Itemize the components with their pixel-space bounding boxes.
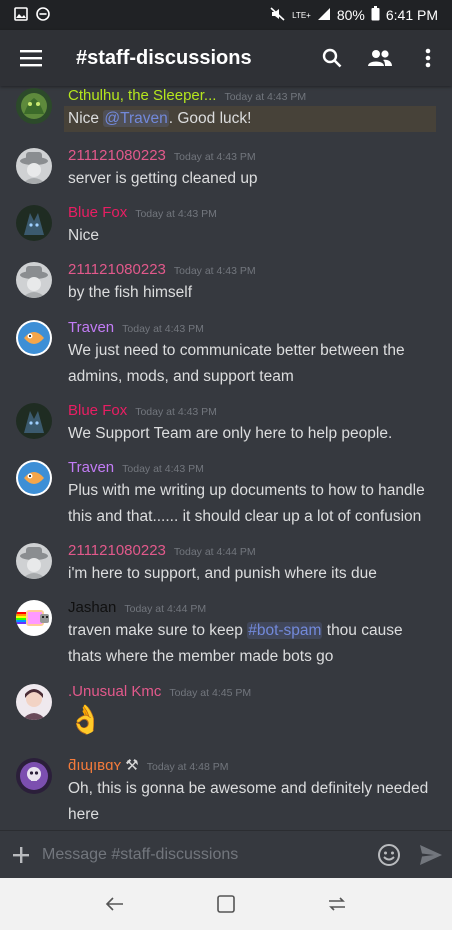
avatar[interactable]: [16, 148, 52, 184]
user-mention[interactable]: @Traven: [103, 110, 169, 127]
message-header: Blue Fox Today at 4:43 PM: [68, 401, 217, 422]
avatar[interactable]: [16, 320, 52, 356]
message-text: We Support Team are only here to help pe…: [68, 425, 393, 442]
emoji-icon[interactable]: [368, 843, 410, 867]
avatar[interactable]: [16, 543, 52, 579]
more-vertical-icon[interactable]: [404, 30, 452, 86]
avatar[interactable]: [16, 403, 52, 439]
author-name[interactable]: Blue Fox: [68, 204, 127, 221]
message-composer: [0, 830, 452, 878]
author-name[interactable]: 211121080223: [68, 147, 166, 164]
author-name[interactable]: 211121080223: [68, 261, 166, 278]
avatar[interactable]: [16, 205, 52, 241]
status-bar: LTE+ 80% 6:41 PM: [0, 0, 452, 30]
message-header: ƌıɰıʙɑʏ ⚒ Today at 4:48 PM: [68, 756, 228, 777]
recents-icon[interactable]: [317, 884, 357, 924]
timestamp: Today at 4:48 PM: [146, 761, 229, 773]
message-text: Plus with me writing up documents to how…: [68, 482, 425, 525]
battery-percent: 80%: [336, 7, 365, 23]
message-text: Oh, this is gonna be awesome and definit…: [68, 780, 429, 823]
back-icon[interactable]: [95, 884, 135, 924]
text-fragment: traven make sure to keep: [68, 622, 248, 639]
timestamp: Today at 4:43 PM: [135, 208, 217, 220]
message-text: traven make sure to keep #bot-spam thou …: [64, 618, 436, 670]
message-text: Nice: [68, 227, 100, 244]
timestamp: Today at 4:43 PM: [224, 91, 307, 103]
avatar[interactable]: [16, 88, 52, 124]
author-badge: ⚒: [125, 757, 139, 774]
mute-icon: [270, 6, 286, 24]
home-icon[interactable]: [206, 884, 246, 924]
author-name[interactable]: Traven: [68, 319, 114, 336]
message-header: Traven Today at 4:43 PM: [68, 458, 204, 479]
message-text: server is getting cleaned up: [68, 170, 258, 187]
author-name[interactable]: Cthulhu, the Sleeper...: [68, 87, 216, 104]
timestamp: Today at 4:43 PM: [135, 406, 217, 418]
search-icon[interactable]: [308, 30, 356, 86]
timestamp: Today at 4:43 PM: [173, 265, 256, 277]
author-name[interactable]: Traven: [68, 459, 114, 476]
network-label: LTE+: [292, 10, 311, 20]
message-header: Blue Fox Today at 4:43 PM: [68, 203, 217, 224]
timestamp: Today at 4:45 PM: [169, 687, 252, 699]
author-name[interactable]: Blue Fox: [68, 402, 127, 419]
system-navigation-bar: [0, 878, 452, 930]
message-header: .Unusual Kmc Today at 4:45 PM: [68, 682, 251, 703]
message-text: Nice @Traven. Good luck!: [64, 106, 436, 132]
hamburger-icon[interactable]: [0, 30, 62, 86]
channel-mention[interactable]: #bot-spam: [247, 622, 323, 639]
text-fragment: Nice: [68, 110, 104, 127]
message-header: 211121080223 Today at 4:44 PM: [68, 541, 256, 562]
avatar[interactable]: [16, 600, 52, 636]
clock: 6:41 PM: [385, 7, 438, 23]
message-header: 211121080223 Today at 4:43 PM: [68, 146, 256, 167]
signal-icon: [317, 7, 331, 24]
message-text: by the fish himself: [68, 284, 193, 301]
message-header: Traven Today at 4:43 PM: [68, 318, 204, 339]
message-input[interactable]: [42, 834, 368, 875]
message-text: We just need to communicate better betwe…: [68, 342, 405, 385]
message-header: Jashan Today at 4:44 PM: [68, 598, 206, 619]
author-name[interactable]: .Unusual Kmc: [68, 683, 161, 700]
message-header: 211121080223 Today at 4:43 PM: [68, 260, 256, 281]
message: Cthulhu, the Sleeper... Today at 4:43 PM …: [0, 86, 452, 138]
message-emoji: 👌: [68, 704, 103, 735]
timestamp: Today at 4:43 PM: [122, 323, 204, 335]
author-name[interactable]: ƌıɰıʙɑʏ: [68, 757, 121, 774]
avatar[interactable]: [16, 460, 52, 496]
timestamp: Today at 4:44 PM: [173, 546, 256, 558]
message-text: i'm here to support, and punish where it…: [68, 565, 377, 582]
image-icon: [14, 6, 28, 24]
author-name[interactable]: 211121080223: [68, 542, 166, 559]
battery-icon: [371, 6, 380, 24]
avatar[interactable]: [16, 684, 52, 720]
avatar[interactable]: [16, 262, 52, 298]
timestamp: Today at 4:43 PM: [122, 463, 204, 475]
channel-title: #staff-discussions: [76, 46, 252, 69]
timestamp: Today at 4:43 PM: [173, 151, 256, 163]
timestamp: Today at 4:44 PM: [124, 603, 207, 615]
channel-header: #staff-discussions: [0, 30, 452, 86]
avatar[interactable]: [16, 758, 52, 794]
send-icon[interactable]: [410, 844, 452, 866]
message-header: Cthulhu, the Sleeper... Today at 4:43 PM: [68, 86, 306, 107]
text-fragment: . Good luck!: [168, 110, 252, 127]
members-icon[interactable]: [356, 30, 404, 86]
dnd-icon: [36, 6, 50, 24]
author-name[interactable]: Jashan: [68, 599, 116, 616]
message-list[interactable]: Cthulhu, the Sleeper... Today at 4:43 PM …: [0, 86, 452, 830]
plus-icon[interactable]: [0, 846, 42, 864]
